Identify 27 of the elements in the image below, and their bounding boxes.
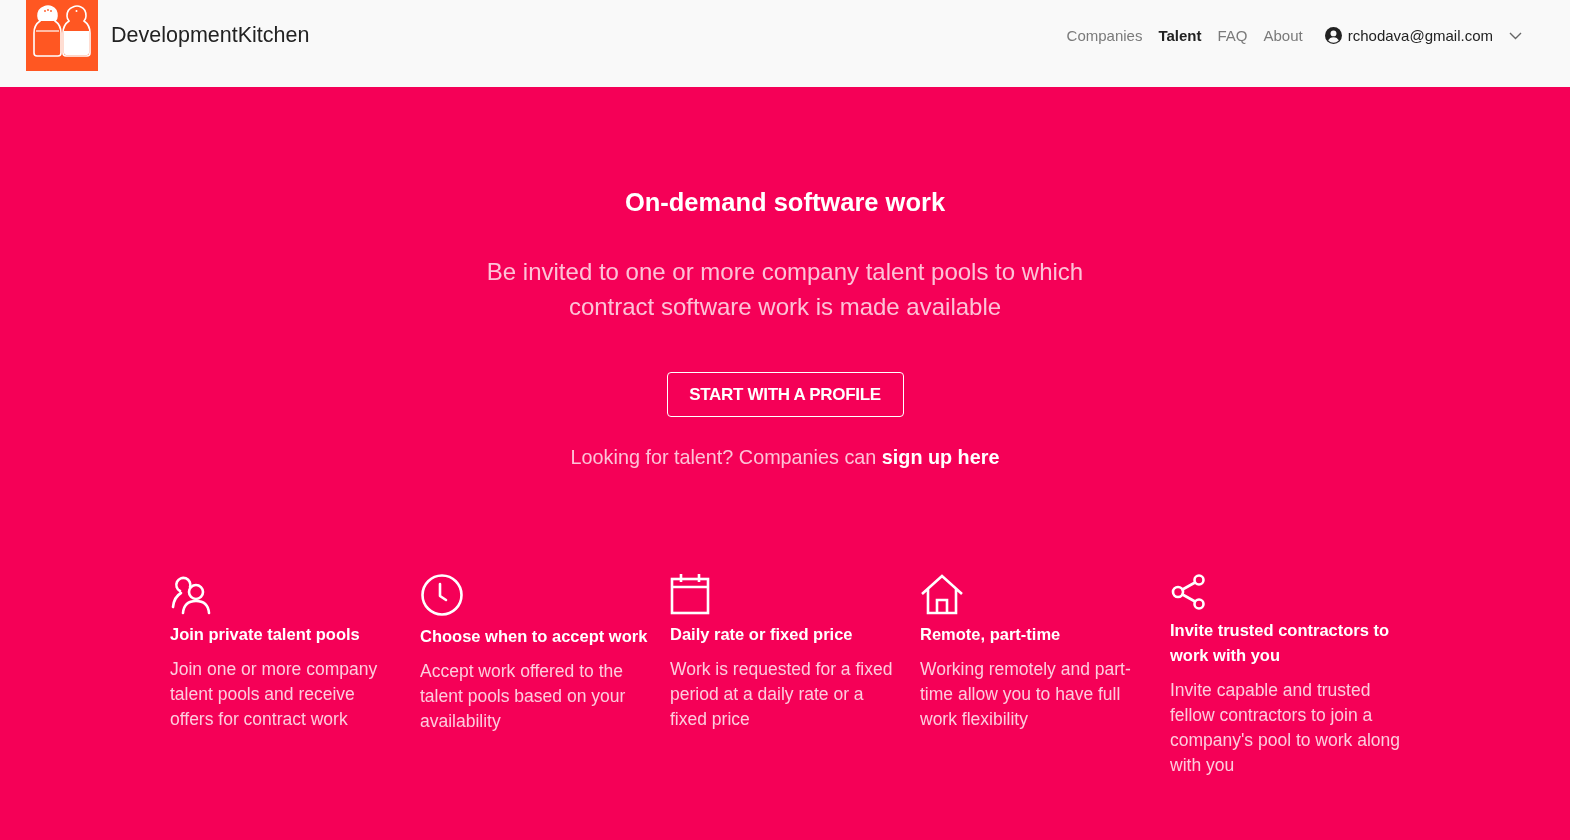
calendar-icon bbox=[670, 573, 710, 615]
nav-link[interactable]: FAQ bbox=[1217, 27, 1248, 44]
share-icon bbox=[1170, 573, 1206, 611]
feature-title: Invite trusted contractors to work with you bbox=[1170, 620, 1391, 666]
feature-text: Invite capable and trusted fellow contractors to join a company's pool to work along with you bbox=[1170, 679, 1400, 777]
house-icon bbox=[920, 573, 964, 615]
feature-text: Accept work offered to the talent pools based on your availability bbox=[420, 660, 627, 733]
chevron-down-icon bbox=[1509, 31, 1522, 40]
hero-subtitle: Be invited to one or more company talent pools to which contract software work is made available bbox=[485, 257, 1085, 322]
user-circle-icon bbox=[1324, 27, 1342, 44]
clock-icon bbox=[420, 573, 464, 617]
feature-title: Choose when to accept work bbox=[420, 626, 648, 647]
start-profile-button[interactable]: START WITH A PROFILE bbox=[666, 372, 904, 417]
feature-text: Join one or more company talent pools and receive offers for contract work bbox=[170, 658, 379, 731]
signup-link[interactable]: sign up here bbox=[881, 446, 1000, 468]
nav-link[interactable]: About bbox=[1263, 27, 1303, 44]
signup-prompt: Looking for talent? Companies can sign up here bbox=[570, 446, 1000, 469]
nav-link[interactable]: Companies bbox=[1066, 27, 1143, 44]
feature-text: Work is requested for a fixed period at a daily rate or a fixed price bbox=[670, 658, 894, 731]
feature-text: Working remotely and part-time allow you to have full work flexibility bbox=[920, 658, 1132, 731]
brand-name: DevelopmentKitchen bbox=[111, 23, 310, 48]
feature-title: Daily rate or fixed price bbox=[670, 624, 853, 645]
hero-title: On-demand software work bbox=[624, 187, 946, 218]
nav-link[interactable]: Talent bbox=[1158, 27, 1202, 44]
feature-title: Remote, part-time bbox=[920, 624, 1061, 645]
feature-title: Join private talent pools bbox=[170, 624, 360, 645]
account-menu[interactable]: rchodava@gmail.com bbox=[1324, 27, 1522, 44]
